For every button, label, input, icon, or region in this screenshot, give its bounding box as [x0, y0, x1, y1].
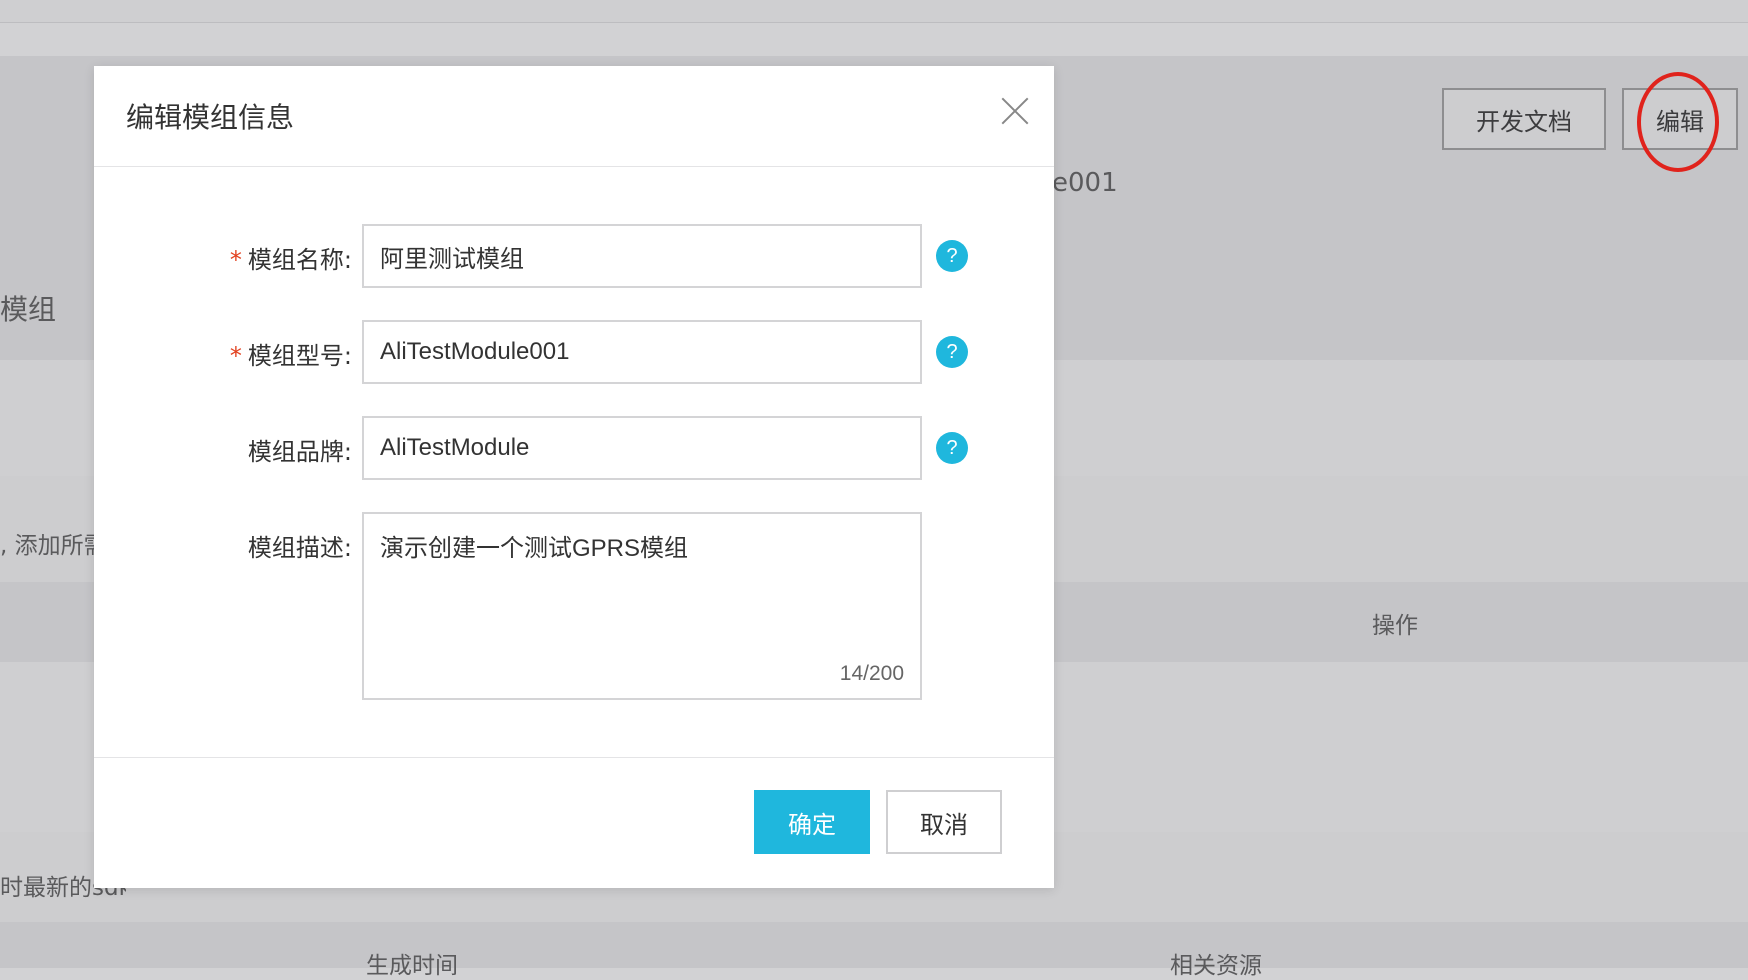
char-counter: 14/200 [839, 662, 904, 685]
help-icon[interactable]: ? [936, 240, 968, 272]
module-label-partial: 模组 [0, 293, 57, 326]
dialog-footer: 确定 取消 [94, 757, 1054, 888]
gen-time-column-header: 生成时间 [366, 953, 458, 979]
bg-table-header [0, 922, 1748, 968]
model-label: * 模组型号: [229, 342, 352, 370]
highlight-circle [1637, 72, 1719, 172]
module-model-input[interactable] [362, 320, 922, 384]
related-column-header: 相关资源 [1170, 953, 1262, 979]
hint-text-partial: , 添加所需 [0, 533, 98, 559]
dialog-header: 编辑模组信息 [94, 66, 1054, 167]
help-icon[interactable]: ? [936, 336, 968, 368]
module-name-input[interactable] [362, 224, 922, 288]
cancel-button[interactable]: 取消 [886, 790, 1002, 854]
required-marker: * [229, 342, 242, 370]
ops-column-header: 操作 [1372, 613, 1418, 639]
required-marker: * [229, 246, 242, 274]
name-label: * 模组名称: [229, 246, 352, 274]
edit-module-dialog: 编辑模组信息 *模组名称: ? *模组型号: ? 模组品牌: ? 模组描述: 演… [94, 66, 1054, 888]
dev-docs-button[interactable]: 开发文档 [1442, 88, 1606, 150]
desc-label: 模组描述: [247, 534, 352, 562]
model-number-partial: e001 [1052, 168, 1118, 198]
dialog-title: 编辑模组信息 [126, 101, 295, 134]
bg-top-band [0, 0, 1748, 22]
module-brand-input[interactable] [362, 416, 922, 480]
confirm-button[interactable]: 确定 [754, 790, 870, 854]
help-icon[interactable]: ? [936, 432, 968, 464]
bg-divider [0, 22, 1748, 23]
close-icon[interactable] [1000, 96, 1030, 126]
brand-label: 模组品牌: [247, 438, 352, 466]
